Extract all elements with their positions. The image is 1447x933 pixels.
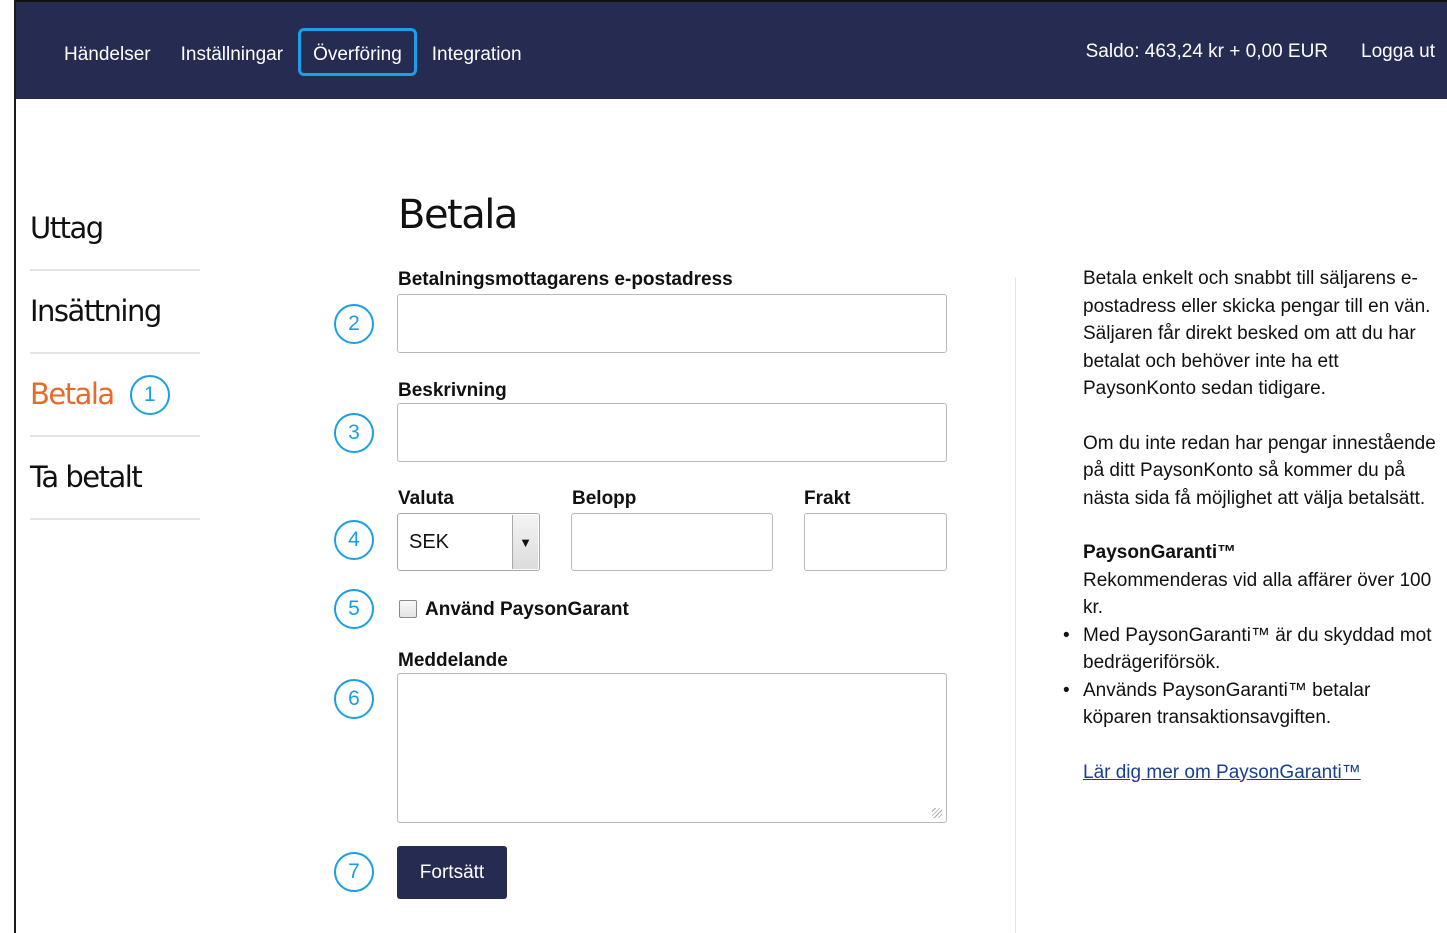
sidebar-item-label: Insättning: [30, 294, 162, 328]
amount-field[interactable]: [571, 513, 773, 571]
sidebar: Uttag Insättning Betala 1 Ta betalt: [30, 188, 200, 520]
nav-item-handelser[interactable]: Händelser: [49, 28, 166, 76]
sidebar-item-insattning[interactable]: Insättning: [30, 271, 200, 354]
step-marker-4: 4: [334, 520, 374, 560]
step-marker-1: 1: [129, 374, 170, 415]
message-label: Meddelande: [398, 650, 508, 671]
list-item: Används PaysonGaranti™ betalar köparen t…: [1063, 677, 1438, 732]
guarantee-text: Rekommenderas vid alla affärer över 100 …: [1083, 569, 1432, 619]
chevron-down-icon[interactable]: ▼: [512, 515, 538, 569]
continue-button[interactable]: Fortsätt: [397, 846, 507, 899]
balance-text: Saldo: 463,24 kr + 0,00 EUR: [1085, 40, 1329, 62]
page-title: Betala: [398, 192, 518, 238]
step-marker-2: 2: [334, 304, 374, 344]
guarantee-bullets: Med PaysonGaranti™ är du skyddad mot bed…: [1063, 622, 1438, 732]
logout-link[interactable]: Logga ut: [1361, 41, 1435, 63]
top-navigation-bar: Händelser Inställningar Överföring Integ…: [16, 0, 1447, 99]
email-label: Betalningsmottagarens e-postadress: [398, 269, 733, 290]
sidebar-item-label: Ta betalt: [30, 460, 143, 494]
account-area: Saldo: 463,24 kr + 0,00 EUR Logga ut: [1086, 2, 1447, 101]
step-marker-5: 5: [334, 589, 374, 629]
sidebar-item-betala[interactable]: Betala 1: [30, 354, 200, 437]
email-field[interactable]: [397, 294, 947, 353]
step-marker-3: 3: [334, 413, 374, 453]
guarantee-checkbox[interactable]: [399, 600, 417, 618]
currency-label: Valuta: [398, 488, 454, 509]
currency-selected-value: SEK: [409, 531, 450, 553]
sidebar-item-label: Uttag: [30, 211, 104, 245]
column-divider: [1015, 278, 1016, 933]
learn-more-link[interactable]: Lär dig mer om PaysonGaranti™: [1083, 762, 1361, 783]
guarantee-heading: PaysonGaranti™: [1083, 542, 1237, 563]
info-paragraph-2: Om du inte redan har pengar innestående …: [1083, 432, 1436, 509]
nav-item-overforing[interactable]: Överföring: [298, 27, 417, 76]
info-panel: Betala enkelt och snabbt till säljarens …: [1063, 265, 1438, 786]
list-item: Med PaysonGaranti™ är du skyddad mot bed…: [1063, 622, 1438, 677]
sidebar-item-uttag[interactable]: Uttag: [30, 188, 200, 271]
nav-item-integration[interactable]: Integration: [417, 28, 537, 76]
step-marker-6: 6: [334, 679, 374, 719]
nav-item-installningar[interactable]: Inställningar: [166, 28, 298, 76]
window-border: [14, 0, 16, 933]
guarantee-label[interactable]: Använd PaysonGarant: [425, 599, 629, 621]
resize-handle-icon[interactable]: [932, 808, 942, 818]
currency-select[interactable]: SEK ▼: [397, 513, 540, 571]
main-nav: Händelser Inställningar Överföring Integ…: [16, 2, 537, 101]
sidebar-item-label: Betala: [30, 377, 115, 411]
sidebar-item-ta-betalt[interactable]: Ta betalt: [30, 437, 200, 520]
message-textarea[interactable]: [397, 673, 947, 823]
shipping-field[interactable]: [804, 513, 947, 571]
amount-label: Belopp: [572, 488, 637, 509]
step-marker-7: 7: [334, 852, 374, 892]
info-paragraph-1: Betala enkelt och snabbt till säljarens …: [1083, 268, 1431, 399]
description-field[interactable]: [397, 403, 947, 462]
description-label: Beskrivning: [398, 380, 507, 401]
shipping-label: Frakt: [804, 488, 851, 509]
